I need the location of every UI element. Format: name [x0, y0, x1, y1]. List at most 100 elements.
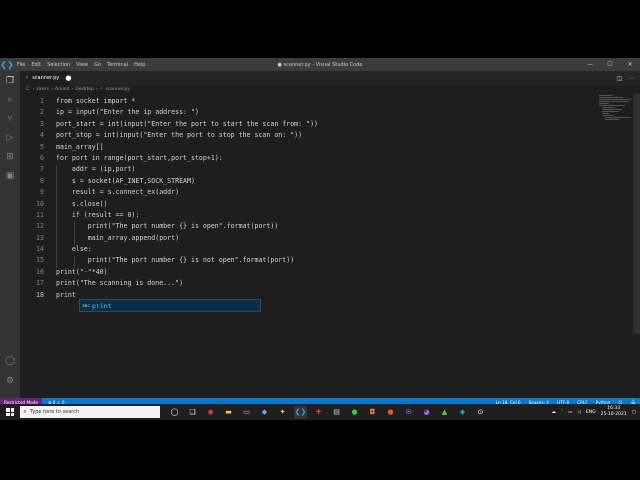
- line-number: 13: [36, 233, 44, 242]
- tab-scanner[interactable]: ⚬ scanner.py ●: [20, 71, 71, 85]
- clock[interactable]: 16:33 25-10-2021: [601, 406, 627, 418]
- close-icon[interactable]: ✕: [620, 58, 640, 71]
- code-text: for port in range(port_start,port_stop+1…: [56, 153, 223, 162]
- vertical-scrollbar[interactable]: [633, 94, 640, 334]
- search-icon[interactable]: ⌕: [4, 94, 16, 106]
- modified-dot-icon[interactable]: ●: [65, 74, 71, 82]
- app-icon[interactable]: ◕: [420, 406, 433, 419]
- breadcrumb-item[interactable]: Desktop: [75, 87, 94, 92]
- code-text: ip = input("Enter the ip address: "): [56, 108, 199, 117]
- more-actions-icon[interactable]: ⋯: [628, 75, 634, 82]
- app-icon[interactable]: ◘: [366, 406, 379, 419]
- line-number: 15: [36, 256, 44, 265]
- editor-actions: ◫ ⋯: [616, 71, 634, 85]
- line-number: 5: [40, 142, 44, 151]
- app-icon[interactable]: ●: [384, 406, 397, 419]
- app-icon[interactable]: ▤: [330, 406, 343, 419]
- gear-icon[interactable]: ⚙: [4, 375, 16, 387]
- line-number: 14: [36, 245, 44, 254]
- screen: ❮❯ File Edit Selection View Go Terminal …: [0, 58, 640, 420]
- menu-edit[interactable]: Edit: [28, 62, 44, 68]
- code-line: 15 print("The port number {} is not open…: [20, 255, 600, 266]
- code-line: 16 print("-"*40): [20, 267, 600, 278]
- windows-start-icon[interactable]: [0, 404, 20, 420]
- activity-bar: ❐ ⌕ ⑂ ▷ ⊞ ▣ ◯ ⚙: [0, 71, 20, 398]
- breadcrumb-item[interactable]: scanner.py: [105, 87, 129, 92]
- code-line: 8 s = socket(AF_INET,SOCK_STREAM): [20, 176, 600, 187]
- split-editor-icon[interactable]: ◫: [616, 75, 622, 82]
- code-text: port_stop = int(input("Enter the port to…: [56, 131, 303, 140]
- app-icon[interactable]: ◆: [258, 406, 271, 419]
- file-explorer-icon[interactable]: ▬: [222, 406, 235, 419]
- keyboard-language[interactable]: ENG: [586, 410, 596, 415]
- app-icon[interactable]: ⊙: [474, 406, 487, 419]
- code-text: print: [56, 290, 76, 299]
- menu-file[interactable]: File: [14, 62, 28, 68]
- source-control-icon[interactable]: ⑂: [4, 113, 16, 125]
- tab-bar: ⚬ scanner.py ● ◫ ⋯: [20, 71, 640, 85]
- code-text: result = s.connect_ex(addr): [56, 188, 180, 197]
- autocomplete-suggestion[interactable]: abc print: [79, 299, 261, 312]
- taskbar-search[interactable]: ⌕ Type here to search: [20, 406, 160, 418]
- line-number: 1: [40, 97, 44, 105]
- chevron-up-icon[interactable]: ˄: [561, 410, 563, 415]
- code-line: 2 ip = input("Enter the ip address: "): [20, 107, 600, 118]
- extensions-icon[interactable]: ⊞: [4, 151, 16, 163]
- line-number: 8: [40, 176, 44, 185]
- python-file-icon: ⚬: [25, 75, 30, 81]
- app-icon[interactable]: ◈: [456, 406, 469, 419]
- title-bar: ❮❯ File Edit Selection View Go Terminal …: [0, 58, 640, 71]
- account-icon[interactable]: ◯: [4, 355, 16, 367]
- terminal-icon[interactable]: ▭: [240, 406, 253, 419]
- menu-go[interactable]: Go: [91, 62, 104, 68]
- code-text: from socket import *: [56, 97, 136, 105]
- maximize-icon[interactable]: ☐: [600, 58, 620, 71]
- vscode-taskbar-icon[interactable]: ❮❯: [294, 405, 307, 419]
- breadcrumb-sep: ›: [71, 87, 74, 92]
- breadcrumb-item[interactable]: C:: [26, 87, 31, 92]
- task-view-icon[interactable]: ❏: [186, 406, 199, 419]
- line-number: 16: [36, 267, 44, 276]
- menu-help[interactable]: Help: [131, 62, 148, 68]
- app-icon[interactable]: ✚: [312, 406, 325, 419]
- remote-icon[interactable]: ▣: [4, 170, 16, 182]
- code-line: 1 from socket import *: [20, 96, 600, 107]
- app-icon[interactable]: ●: [348, 406, 361, 419]
- notifications-icon[interactable]: ▢: [632, 410, 636, 415]
- network-icon[interactable]: ▭: [568, 410, 572, 415]
- code-editor[interactable]: 1 from socket import * 2 ip = input("Enter…: [20, 96, 600, 301]
- run-debug-icon[interactable]: ▷: [4, 132, 16, 144]
- chrome-icon[interactable]: ◉: [204, 406, 217, 419]
- menu-terminal[interactable]: Terminal: [104, 62, 131, 68]
- breadcrumb-item[interactable]: Arvind: [55, 87, 70, 92]
- app-icon[interactable]: ▲: [438, 406, 451, 419]
- cortana-icon[interactable]: ◯: [168, 406, 181, 419]
- tab-label: scanner.py: [32, 75, 60, 81]
- code-text: print("The port number {} is not open".f…: [56, 256, 295, 265]
- menu-view[interactable]: View: [73, 62, 91, 68]
- menu-selection[interactable]: Selection: [44, 62, 73, 68]
- line-number: 11: [36, 210, 44, 219]
- line-number: 12: [36, 222, 44, 231]
- line-number: 9: [40, 188, 44, 197]
- code-text: print("The scanning is done..."): [56, 279, 184, 288]
- volume-icon[interactable]: ◁: [577, 410, 580, 415]
- code-line: 3 port_start = int(input("Enter the port …: [20, 119, 600, 130]
- code-text: main_array.append(port): [56, 233, 180, 242]
- line-number: 17: [36, 279, 44, 288]
- code-text: s = socket(AF_INET,SOCK_STREAM): [56, 176, 195, 185]
- keyword-icon: abc: [82, 303, 90, 308]
- explorer-icon[interactable]: ❐: [4, 75, 16, 87]
- cloud-icon[interactable]: ☁: [551, 410, 556, 415]
- breadcrumb-item[interactable]: Users: [36, 87, 49, 92]
- app-icon[interactable]: ✦: [276, 406, 289, 419]
- app-icon[interactable]: ✉: [402, 406, 415, 419]
- minimap[interactable]: [597, 94, 633, 394]
- line-number: 10: [36, 199, 44, 208]
- search-icon: ⌕: [23, 408, 27, 415]
- code-text: if (result == 0):: [56, 210, 140, 219]
- minimize-icon[interactable]: —: [580, 58, 600, 71]
- code-line: 17 print("The scanning is done..."): [20, 278, 600, 289]
- code-line: 7 addr = (ip,port): [20, 164, 600, 175]
- code-line: 4 port_stop = int(input("Enter the port t…: [20, 130, 600, 141]
